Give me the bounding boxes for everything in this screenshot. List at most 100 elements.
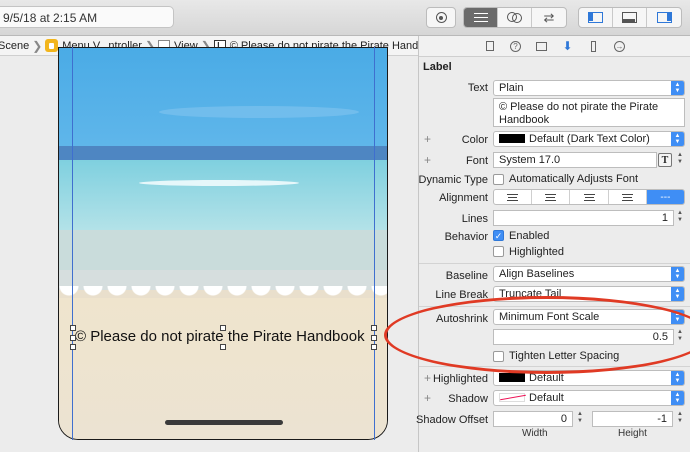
record-icon bbox=[435, 12, 447, 23]
debug-toggle-button[interactable] bbox=[613, 8, 647, 27]
popup-value: Align Baselines bbox=[499, 268, 575, 280]
shadow-offset-height-field[interactable]: -1 bbox=[592, 411, 673, 427]
section-title-label: Label bbox=[423, 61, 452, 73]
color-swatch bbox=[499, 134, 525, 143]
lines-field[interactable]: 1 bbox=[493, 210, 674, 226]
font-picker-icon[interactable]: T bbox=[658, 153, 672, 167]
toolbar: 9/5/18 at 2:15 AM ⇄ bbox=[0, 0, 690, 36]
section-divider bbox=[419, 306, 690, 307]
ruler-icon bbox=[591, 40, 596, 52]
align-left-button[interactable] bbox=[494, 190, 533, 204]
align-justify-button[interactable] bbox=[609, 190, 647, 204]
highlighted-checkbox[interactable] bbox=[493, 246, 504, 257]
shadow-color-popup[interactable]: Default ▲ ▼ bbox=[493, 390, 685, 406]
background-sand bbox=[59, 298, 387, 439]
line-break-label: Line Break bbox=[435, 289, 488, 301]
left-panel-icon bbox=[588, 12, 603, 23]
jump-bar-item-scene[interactable]: Scene bbox=[0, 40, 29, 52]
lines-label: Lines bbox=[461, 213, 488, 225]
behavior-label: Behavior bbox=[444, 231, 488, 243]
background-sea bbox=[59, 160, 387, 230]
resize-handle-top-left[interactable] bbox=[70, 325, 76, 331]
align-right-button[interactable] bbox=[570, 190, 609, 204]
baseline-popup[interactable]: Align Baselines ▲ ▼ bbox=[493, 266, 685, 282]
alignment-label: Alignment bbox=[439, 192, 488, 204]
background-shallow-water bbox=[59, 230, 387, 270]
up-down-arrows-icon: ▲ ▼ bbox=[671, 267, 684, 281]
background-cloud bbox=[159, 106, 359, 118]
color-label: Color bbox=[461, 134, 488, 146]
lines-stepper[interactable]: ▲ ▼ bbox=[675, 210, 685, 226]
background-sky bbox=[59, 48, 387, 146]
align-center-button[interactable] bbox=[532, 190, 571, 204]
resize-handle-left[interactable] bbox=[70, 335, 76, 341]
align-natural-button[interactable]: --- bbox=[646, 190, 684, 204]
chevron-right-icon: ❯ bbox=[32, 38, 43, 53]
shadow-offset-width-field[interactable]: 0 bbox=[493, 411, 573, 427]
popup-value: Default (Dark Text Color) bbox=[529, 133, 650, 145]
size-inspector-tab[interactable] bbox=[588, 40, 600, 52]
background-foam bbox=[139, 180, 299, 186]
up-down-arrows-icon: ▲ ▼ bbox=[671, 132, 684, 146]
up-down-arrows-icon: ▲ ▼ bbox=[671, 287, 684, 301]
add-variation-icon[interactable]: + bbox=[424, 391, 431, 405]
storyboard-canvas[interactable]: © Please do not pirate the Pirate Handbo… bbox=[0, 47, 418, 452]
resize-handle-right[interactable] bbox=[371, 335, 377, 341]
alignment-control[interactable]: --- bbox=[493, 189, 685, 205]
resize-handle-top[interactable] bbox=[220, 325, 226, 331]
shadow-width-stepper[interactable]: ▲ ▼ bbox=[575, 411, 585, 427]
resize-handle-top-right[interactable] bbox=[371, 325, 377, 331]
add-variation-icon[interactable]: + bbox=[424, 132, 431, 146]
device-frame bbox=[58, 47, 388, 440]
attributes-inspector: ? ⬇ → Label Text Plain ▲ ▼ © Please do not… bbox=[416, 36, 690, 452]
line-break-popup[interactable]: Truncate Tail ▲ ▼ bbox=[493, 286, 685, 302]
arrows-icon: ⇄ bbox=[543, 9, 555, 25]
assistant-editor-button[interactable] bbox=[498, 8, 532, 27]
breakpoints-button[interactable] bbox=[426, 7, 456, 28]
layout-guide-left bbox=[72, 47, 73, 440]
background-wave-line bbox=[59, 286, 387, 302]
layout-guide-right bbox=[374, 47, 375, 440]
tighten-letter-spacing-checkbox[interactable] bbox=[493, 351, 504, 362]
adjusts-font-checkbox[interactable] bbox=[493, 174, 504, 185]
identity-inspector-tab[interactable] bbox=[536, 40, 548, 52]
identity-card-icon bbox=[536, 41, 547, 51]
shadow-height-stepper[interactable]: ▲ ▼ bbox=[675, 411, 685, 427]
resize-handle-bottom-left[interactable] bbox=[70, 344, 76, 350]
resize-handle-bottom[interactable] bbox=[220, 344, 226, 350]
section-divider bbox=[419, 366, 690, 367]
file-inspector-tab[interactable] bbox=[484, 40, 496, 52]
font-scale-stepper[interactable]: ▲ ▼ bbox=[675, 329, 685, 345]
help-inspector-tab[interactable]: ? bbox=[510, 40, 522, 52]
right-panel-icon bbox=[656, 12, 672, 23]
resize-handle-bottom-right[interactable] bbox=[371, 344, 377, 350]
add-variation-icon[interactable]: + bbox=[424, 371, 431, 385]
connections-inspector-tab[interactable]: → bbox=[614, 40, 626, 52]
align-center-icon bbox=[545, 193, 557, 201]
standard-editor-button[interactable] bbox=[464, 8, 498, 27]
shadow-label: Shadow bbox=[448, 393, 488, 405]
autoshrink-popup[interactable]: Minimum Font Scale ▲ ▼ bbox=[493, 309, 685, 325]
font-size-stepper[interactable]: ▲ ▼ bbox=[675, 152, 685, 168]
color-swatch bbox=[499, 373, 525, 382]
popup-value: Truncate Tail bbox=[499, 288, 562, 300]
utilities-toggle-button[interactable] bbox=[647, 8, 681, 27]
minimum-font-scale-field[interactable]: 0.5 bbox=[493, 329, 674, 345]
enabled-checkbox[interactable]: ✓ bbox=[493, 230, 504, 241]
up-down-arrows-icon: ▲ ▼ bbox=[671, 81, 684, 95]
text-type-popup[interactable]: Plain ▲ ▼ bbox=[493, 80, 685, 96]
font-field[interactable]: System 17.0 bbox=[493, 152, 657, 168]
navigator-toggle-button[interactable] bbox=[579, 8, 613, 27]
text-content-field[interactable]: © Please do not pirate the Pirate Handbo… bbox=[493, 98, 685, 127]
tighten-letter-spacing-label: Tighten Letter Spacing bbox=[509, 350, 620, 362]
align-justify-icon bbox=[621, 193, 633, 201]
popup-value: Default bbox=[529, 392, 564, 404]
highlighted-color-popup[interactable]: Default ▲ ▼ bbox=[493, 370, 685, 386]
color-popup[interactable]: Default (Dark Text Color) ▲ ▼ bbox=[493, 131, 685, 147]
view-toggle-group bbox=[578, 7, 682, 28]
up-down-arrows-icon: ▲ ▼ bbox=[671, 371, 684, 385]
add-variation-icon[interactable]: + bbox=[424, 153, 431, 167]
attributes-inspector-tab[interactable]: ⬇ bbox=[562, 39, 574, 53]
height-sublabel: Height bbox=[618, 428, 647, 439]
version-editor-button[interactable]: ⇄ bbox=[532, 8, 566, 27]
